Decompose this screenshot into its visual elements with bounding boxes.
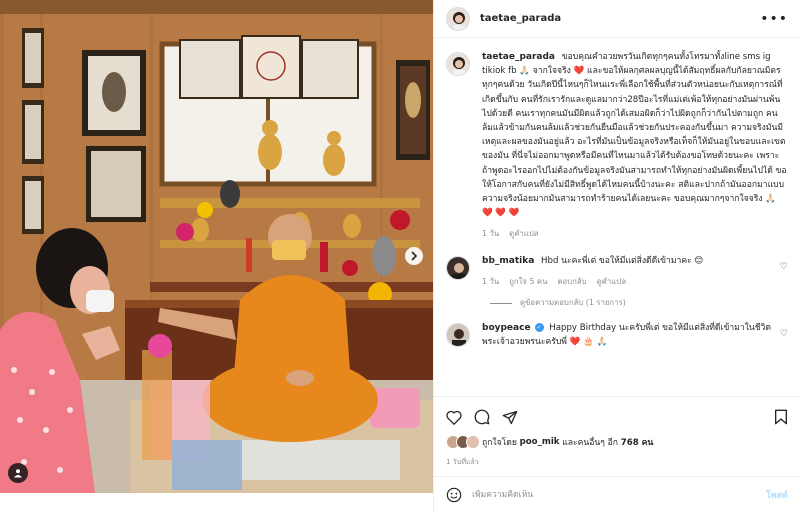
photo-illustration xyxy=(0,0,433,493)
user-tag-icon xyxy=(14,469,22,478)
post-side-panel: taetae_parada ••• taetae_parada ขอบคุณคำ… xyxy=(433,0,800,512)
comment-likes[interactable]: ถูกใจ 5 คน xyxy=(509,275,547,289)
caption-username[interactable]: taetae_parada xyxy=(482,52,555,62)
share-icon[interactable] xyxy=(502,410,518,425)
comment-text: Hbd นะคะพี่เต่ ขอให้มีแต่สิ่งดีดีเข้ามาค… xyxy=(541,255,704,266)
next-photo-button[interactable] xyxy=(405,247,423,265)
verified-badge-icon: ✓ xyxy=(534,323,544,333)
translate-link[interactable]: ดูคำแปล xyxy=(509,227,538,241)
heart-icon[interactable]: ♡ xyxy=(780,329,788,349)
liked-by-prefix: ถูกใจโดย xyxy=(482,438,517,448)
view-replies-label: ดูข้อความตอบกลับ (1 รายการ) xyxy=(520,298,626,308)
view-replies-button[interactable]: ดูข้อความตอบกลับ (1 รายการ) xyxy=(490,297,788,309)
post-photo xyxy=(0,0,433,493)
avatar xyxy=(466,435,480,449)
caption-text: ขอบคุณคำอวยพรวันเกิดทุกๆคนทั้งโทรมาทั้งl… xyxy=(482,52,787,219)
heart-icon[interactable] xyxy=(446,410,462,425)
post-comment-button[interactable]: โพสต์ xyxy=(766,488,788,502)
comment-username[interactable]: boypeace xyxy=(482,323,531,333)
avatar[interactable] xyxy=(446,323,470,348)
add-comment-bar: โพสต์ xyxy=(434,476,800,512)
likes-summary: ถูกใจโดย poo_mik และคนอื่นๆ อีก 768 คน xyxy=(446,435,788,449)
caption: taetae_parada ขอบคุณคำอวยพรวันเกิดทุกๆคน… xyxy=(446,50,788,242)
divider xyxy=(490,302,512,304)
likes-count[interactable]: 768 คน xyxy=(621,435,654,449)
chevron-right-icon xyxy=(411,251,418,261)
profile-photo xyxy=(447,324,469,347)
comment-username[interactable]: bb_matika xyxy=(482,256,534,266)
liker-avatars xyxy=(446,435,480,449)
liked-by-connector: และคนอื่นๆ อีก xyxy=(562,438,619,448)
comment-time: 1 วัน xyxy=(482,276,500,286)
reply-button[interactable]: ตอบกลับ xyxy=(557,275,586,289)
translate-link[interactable]: ดูคำแปล xyxy=(597,275,626,289)
more-horizontal-icon[interactable]: ••• xyxy=(760,11,788,27)
heart-icon[interactable]: ♡ xyxy=(780,262,788,289)
profile-photo xyxy=(447,53,469,75)
emoji-icon[interactable] xyxy=(446,487,462,503)
post-date: 1 วันที่แล้ว xyxy=(446,458,479,466)
bookmark-icon[interactable] xyxy=(774,409,788,425)
caption-time: 1 วัน xyxy=(482,229,500,239)
liked-by-user[interactable]: poo_mik xyxy=(520,437,560,447)
avatar[interactable] xyxy=(446,255,470,280)
post-actions: ถูกใจโดย poo_mik และคนอื่นๆ อีก 768 คน 1… xyxy=(434,396,800,476)
avatar[interactable] xyxy=(446,6,470,31)
avatar[interactable] xyxy=(446,52,470,76)
profile-photo xyxy=(447,7,469,30)
comment-input[interactable] xyxy=(472,489,766,500)
tagged-users-button[interactable] xyxy=(8,463,28,483)
post-header: taetae_parada ••• xyxy=(434,0,800,38)
header-username[interactable]: taetae_parada xyxy=(480,13,561,24)
comment-icon[interactable] xyxy=(474,409,490,425)
profile-photo xyxy=(447,256,469,279)
comment-item: boypeace ✓ Happy Birthday นะครับพี่เต่ ขอ… xyxy=(446,321,788,349)
comment-item: bb_matika Hbd นะคะพี่เต่ ขอให้มีแต่สิ่งด… xyxy=(446,254,788,289)
comments-list: taetae_parada ขอบคุณคำอวยพรวันเกิดทุกๆคน… xyxy=(434,38,800,396)
